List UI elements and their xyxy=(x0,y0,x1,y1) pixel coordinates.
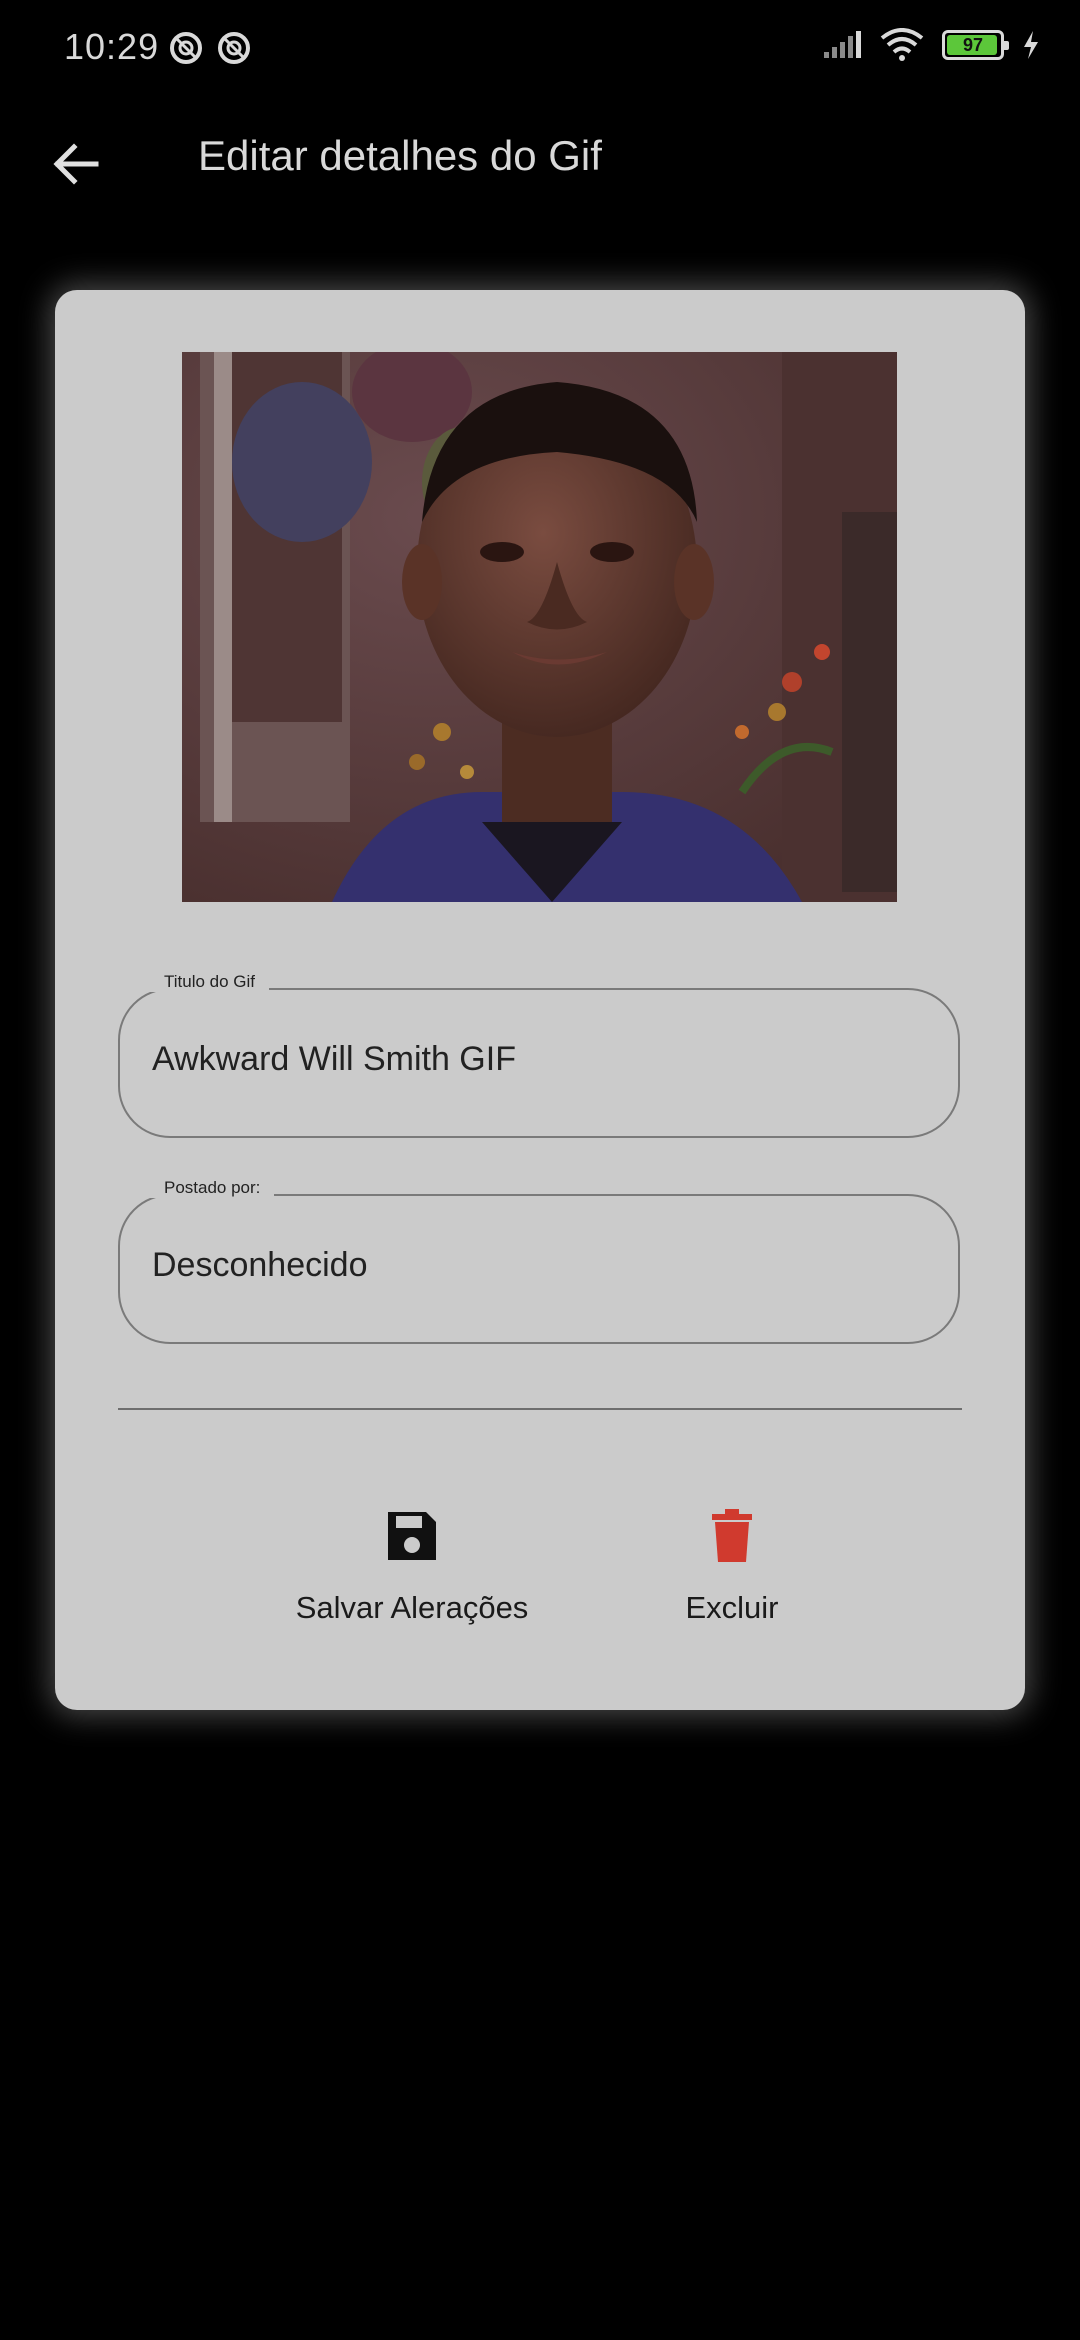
trash-icon xyxy=(712,1509,752,1562)
delete-button-label: Excluir xyxy=(685,1590,779,1625)
posted-by-field[interactable]: Postado por: xyxy=(118,1178,960,1344)
no-disturb-icon xyxy=(218,32,250,64)
save-button[interactable]: Salvar Alerações xyxy=(282,1508,542,1626)
signal-icon xyxy=(824,31,861,58)
back-button[interactable] xyxy=(40,128,112,200)
posted-by-input[interactable] xyxy=(152,1246,912,1285)
no-disturb-icon xyxy=(170,32,202,64)
battery-icon: 97 xyxy=(942,30,1009,60)
charging-icon xyxy=(1024,31,1038,59)
posted-by-label: Postado por: xyxy=(150,1178,275,1198)
gif-title-field[interactable]: Titulo do Gif xyxy=(118,972,960,1138)
delete-button[interactable]: Excluir xyxy=(652,1508,812,1626)
status-time: 10:29 xyxy=(64,26,160,67)
gif-details-card: Titulo do Gif Postado por: Salvar Aleraç… xyxy=(55,290,1025,1710)
floppy-disk-icon xyxy=(388,1512,436,1560)
battery-level: 97 xyxy=(962,34,984,55)
wifi-icon xyxy=(880,28,924,61)
page-title: Editar detalhes do Gif xyxy=(198,132,602,179)
status-icons-right: 97 xyxy=(822,28,1040,62)
divider xyxy=(118,1408,962,1410)
gif-title-input[interactable] xyxy=(152,1040,912,1079)
app-bar: Editar detalhes do Gif xyxy=(0,110,1080,210)
save-button-label: Salvar Alerações xyxy=(295,1590,529,1625)
gif-preview xyxy=(182,352,897,902)
status-bar: 10:29 97 xyxy=(0,0,1080,100)
gif-title-label: Titulo do Gif xyxy=(150,972,270,992)
gif-picture xyxy=(182,352,897,902)
arrow-back-icon xyxy=(53,143,99,185)
status-icons-left xyxy=(168,30,252,66)
